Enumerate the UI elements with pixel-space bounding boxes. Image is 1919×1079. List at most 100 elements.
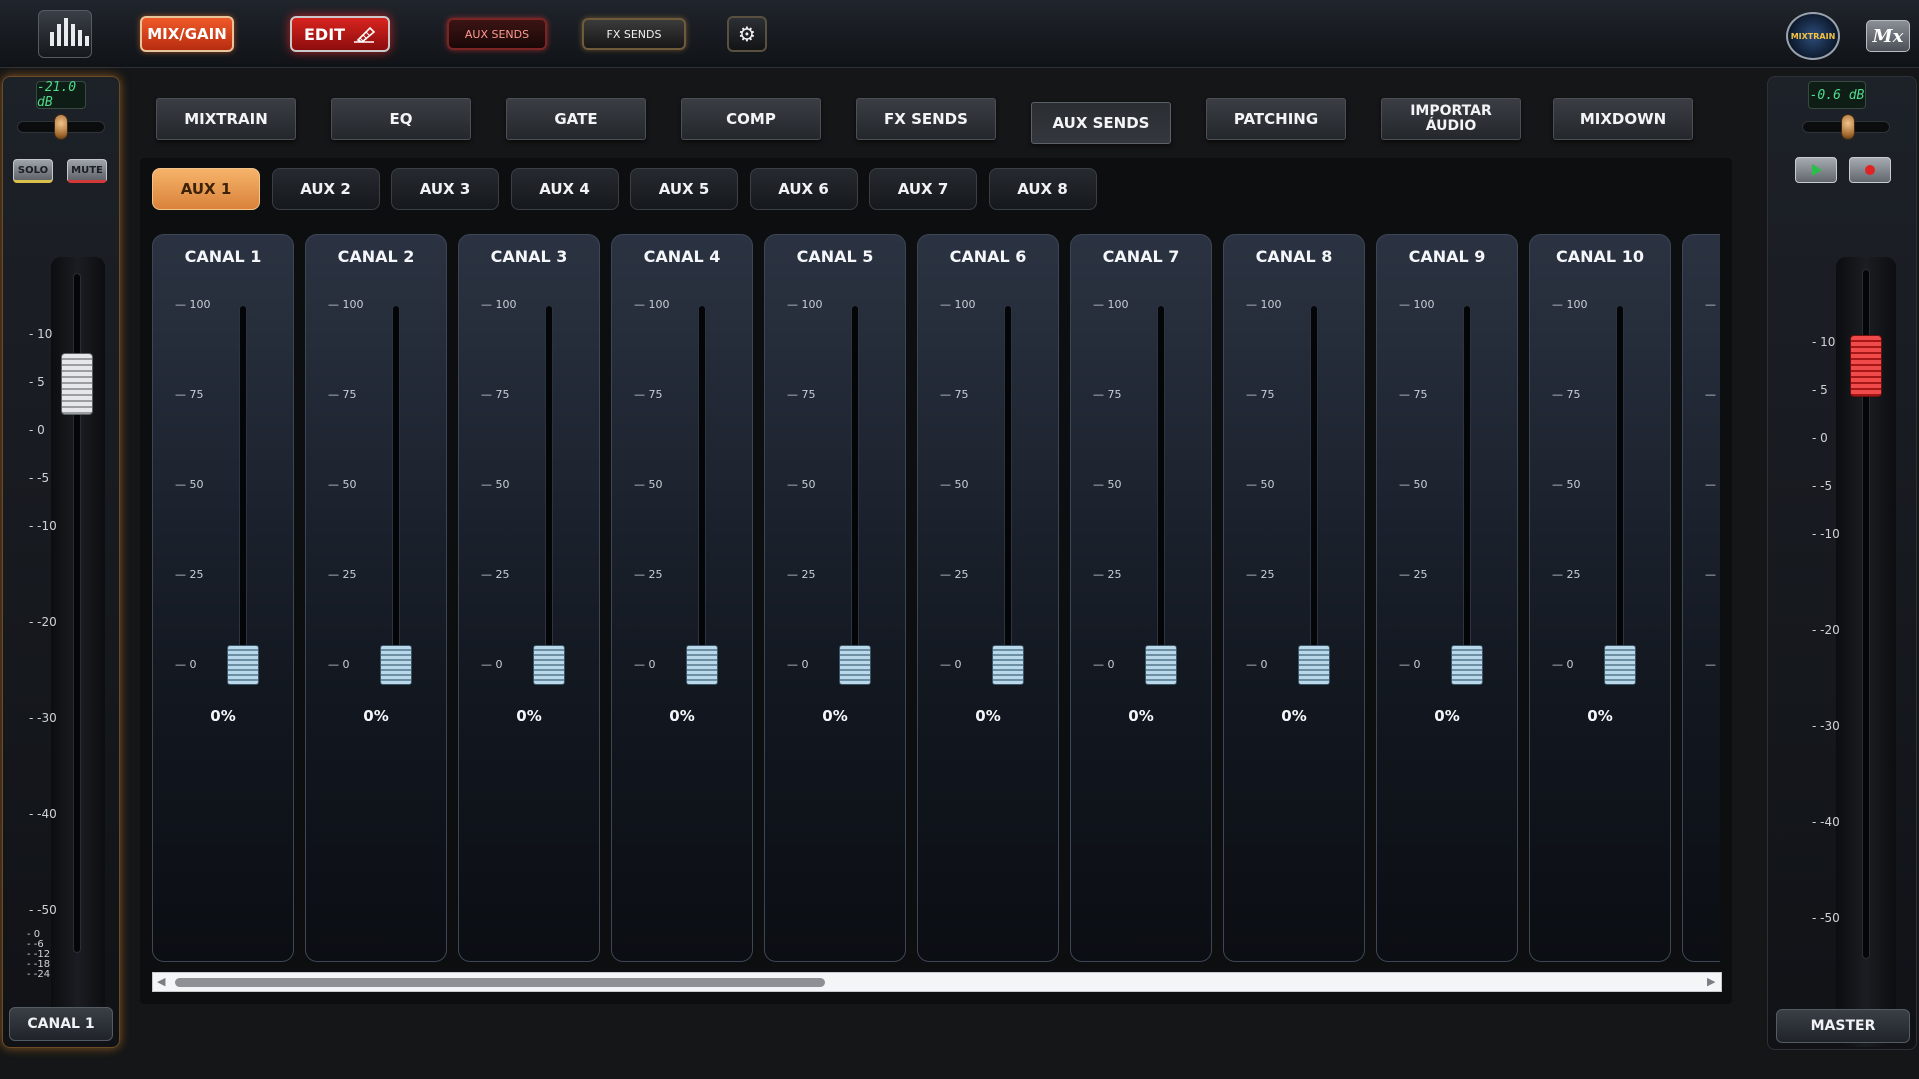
scale-tick-label: — 100	[1552, 298, 1588, 311]
send-fader-cap[interactable]	[686, 645, 718, 685]
send-fader-slot[interactable]	[545, 305, 553, 665]
scale-tick-label: — 25	[1246, 568, 1275, 581]
scale-tick-label: — 0	[787, 658, 809, 671]
play-button[interactable]	[1795, 157, 1837, 183]
selected-channel-name[interactable]: CANAL 1	[9, 1007, 113, 1041]
edit-button[interactable]: EDIT	[290, 16, 390, 52]
settings-button[interactable]: ⚙	[727, 16, 767, 52]
channel-strip: C — 100 — 75 — 50 — 25 — 0	[1682, 234, 1720, 962]
aux-tab-4[interactable]: AUX 4	[510, 168, 619, 210]
send-level-value: 0%	[210, 707, 236, 725]
gear-icon: ⚙	[738, 22, 756, 46]
tab-patching[interactable]: PATCHING	[1206, 98, 1346, 140]
send-fader-slot[interactable]	[1616, 305, 1624, 665]
tab-importar-udio[interactable]: IMPORTAR ÁUDIO	[1381, 98, 1521, 140]
mix-gain-button[interactable]: MIX/GAIN	[140, 16, 234, 52]
channel-name: CANAL 6	[949, 247, 1027, 266]
send-fader-cap[interactable]	[380, 645, 412, 685]
send-fader-cap[interactable]	[1145, 645, 1177, 685]
tab-aux-sends[interactable]: AUX SENDS	[1031, 102, 1171, 144]
tab-gate[interactable]: GATE	[506, 98, 646, 140]
send-fader-slot[interactable]	[1004, 305, 1012, 665]
tab-mixtrain[interactable]: MIXTRAIN	[156, 98, 296, 140]
scale-tick-label: — 100	[175, 298, 211, 311]
scale-tick-label: — 25	[481, 568, 510, 581]
db-scale-label: - -20	[29, 615, 57, 629]
send-fader-cap[interactable]	[1451, 645, 1483, 685]
aux-tab-3[interactable]: AUX 3	[391, 168, 499, 210]
scroll-right-arrow-icon[interactable]: ▶	[1707, 976, 1717, 988]
scale-tick-label: — 50	[1246, 478, 1275, 491]
channel-name: C	[1683, 247, 1720, 266]
mixer-levels-icon[interactable]	[38, 10, 92, 58]
aux-tab-2[interactable]: AUX 2	[271, 168, 380, 210]
tab-fx-sends[interactable]: FX SENDS	[856, 98, 996, 140]
tab-mixdown[interactable]: MIXDOWN	[1553, 98, 1693, 140]
pan-knob[interactable]	[54, 114, 68, 140]
mixtrain-logo[interactable]: MIXTRAIN	[1786, 12, 1840, 60]
scale-tick-label: — 25	[328, 568, 357, 581]
send-level-value: 0%	[1587, 707, 1613, 725]
mx-button[interactable]: Mx	[1866, 20, 1910, 52]
send-level-value: 0%	[1128, 707, 1154, 725]
aux-tab-1[interactable]: AUX 1	[152, 168, 260, 210]
channel-fader-cap[interactable]	[61, 353, 93, 415]
scale-tick-label: — 100	[328, 298, 364, 311]
mute-button[interactable]: MUTE	[67, 159, 107, 183]
record-button[interactable]	[1849, 157, 1891, 183]
send-fader-slot[interactable]	[1310, 305, 1318, 665]
send-fader-slot[interactable]	[1157, 305, 1165, 665]
send-level-value: 0%	[822, 707, 848, 725]
send-fader-slot[interactable]	[851, 305, 859, 665]
scale-tick-label: — 0	[1093, 658, 1115, 671]
scale-tick-label: — 25	[634, 568, 663, 581]
scroll-left-arrow-icon[interactable]: ◀	[157, 976, 167, 988]
send-fader-slot[interactable]	[239, 305, 247, 665]
send-fader-cap[interactable]	[1604, 645, 1636, 685]
aux-tab-5[interactable]: AUX 5	[630, 168, 738, 210]
tab-comp[interactable]: COMP	[681, 98, 821, 140]
tab-eq[interactable]: EQ	[331, 98, 471, 140]
scale-tick-label: — 75	[328, 388, 357, 401]
scale-tick-label: — 100	[634, 298, 670, 311]
db-scale-label: - -5	[29, 471, 50, 485]
channel-strip: CANAL 4 — 100 — 75 — 50 — 25 — 0 0%	[611, 234, 753, 962]
scale-tick-label: — 100	[1246, 298, 1282, 311]
aux-tab-8[interactable]: AUX 8	[988, 168, 1097, 210]
send-fader-cap[interactable]	[992, 645, 1024, 685]
send-fader-slot[interactable]	[1463, 305, 1471, 665]
scrollbar-thumb[interactable]	[175, 978, 825, 987]
send-fader-cap[interactable]	[533, 645, 565, 685]
play-icon	[1812, 164, 1822, 176]
master-fader-cap[interactable]	[1850, 335, 1882, 397]
scale-tick-label: — 50	[1093, 478, 1122, 491]
send-fader-cap[interactable]	[1298, 645, 1330, 685]
channel-strip: CANAL 9 — 100 — 75 — 50 — 25 — 0 0%	[1376, 234, 1518, 962]
send-fader-slot[interactable]	[698, 305, 706, 665]
channel-name: CANAL 5	[796, 247, 874, 266]
master-db-scale-label: - -30	[1812, 719, 1840, 733]
aux-tab-6[interactable]: AUX 6	[749, 168, 858, 210]
scale-tick-label: — 50	[481, 478, 510, 491]
send-fader-slot[interactable]	[392, 305, 400, 665]
aux-sends-button[interactable]: AUX SENDS	[447, 18, 547, 50]
scale-tick-label: — 0	[940, 658, 962, 671]
master-name[interactable]: MASTER	[1776, 1009, 1910, 1043]
horizontal-scrollbar[interactable]: ◀ ▶	[152, 972, 1722, 992]
channel-strip: CANAL 1 — 100 — 75 — 50 — 25 — 0 0%	[152, 234, 294, 962]
aux-tab-7[interactable]: AUX 7	[869, 168, 977, 210]
send-fader-cap[interactable]	[227, 645, 259, 685]
levels-bars	[50, 18, 89, 46]
master-balance-knob[interactable]	[1841, 114, 1855, 140]
master-db-scale-label: - -5	[1812, 479, 1833, 493]
send-fader-cap[interactable]	[839, 645, 871, 685]
edit-pen-icon	[354, 26, 376, 43]
send-level-value: 0%	[1434, 707, 1460, 725]
channel-strip: CANAL 3 — 100 — 75 — 50 — 25 — 0 0%	[458, 234, 600, 962]
edit-button-label: EDIT	[304, 24, 346, 44]
fx-sends-button[interactable]: FX SENDS	[582, 18, 686, 50]
scale-tick-label: — 25	[940, 568, 969, 581]
master-db-scale-label: - 0	[1812, 431, 1828, 445]
solo-button[interactable]: SOLO	[13, 159, 53, 183]
db-scale-label: - 10	[29, 327, 53, 341]
